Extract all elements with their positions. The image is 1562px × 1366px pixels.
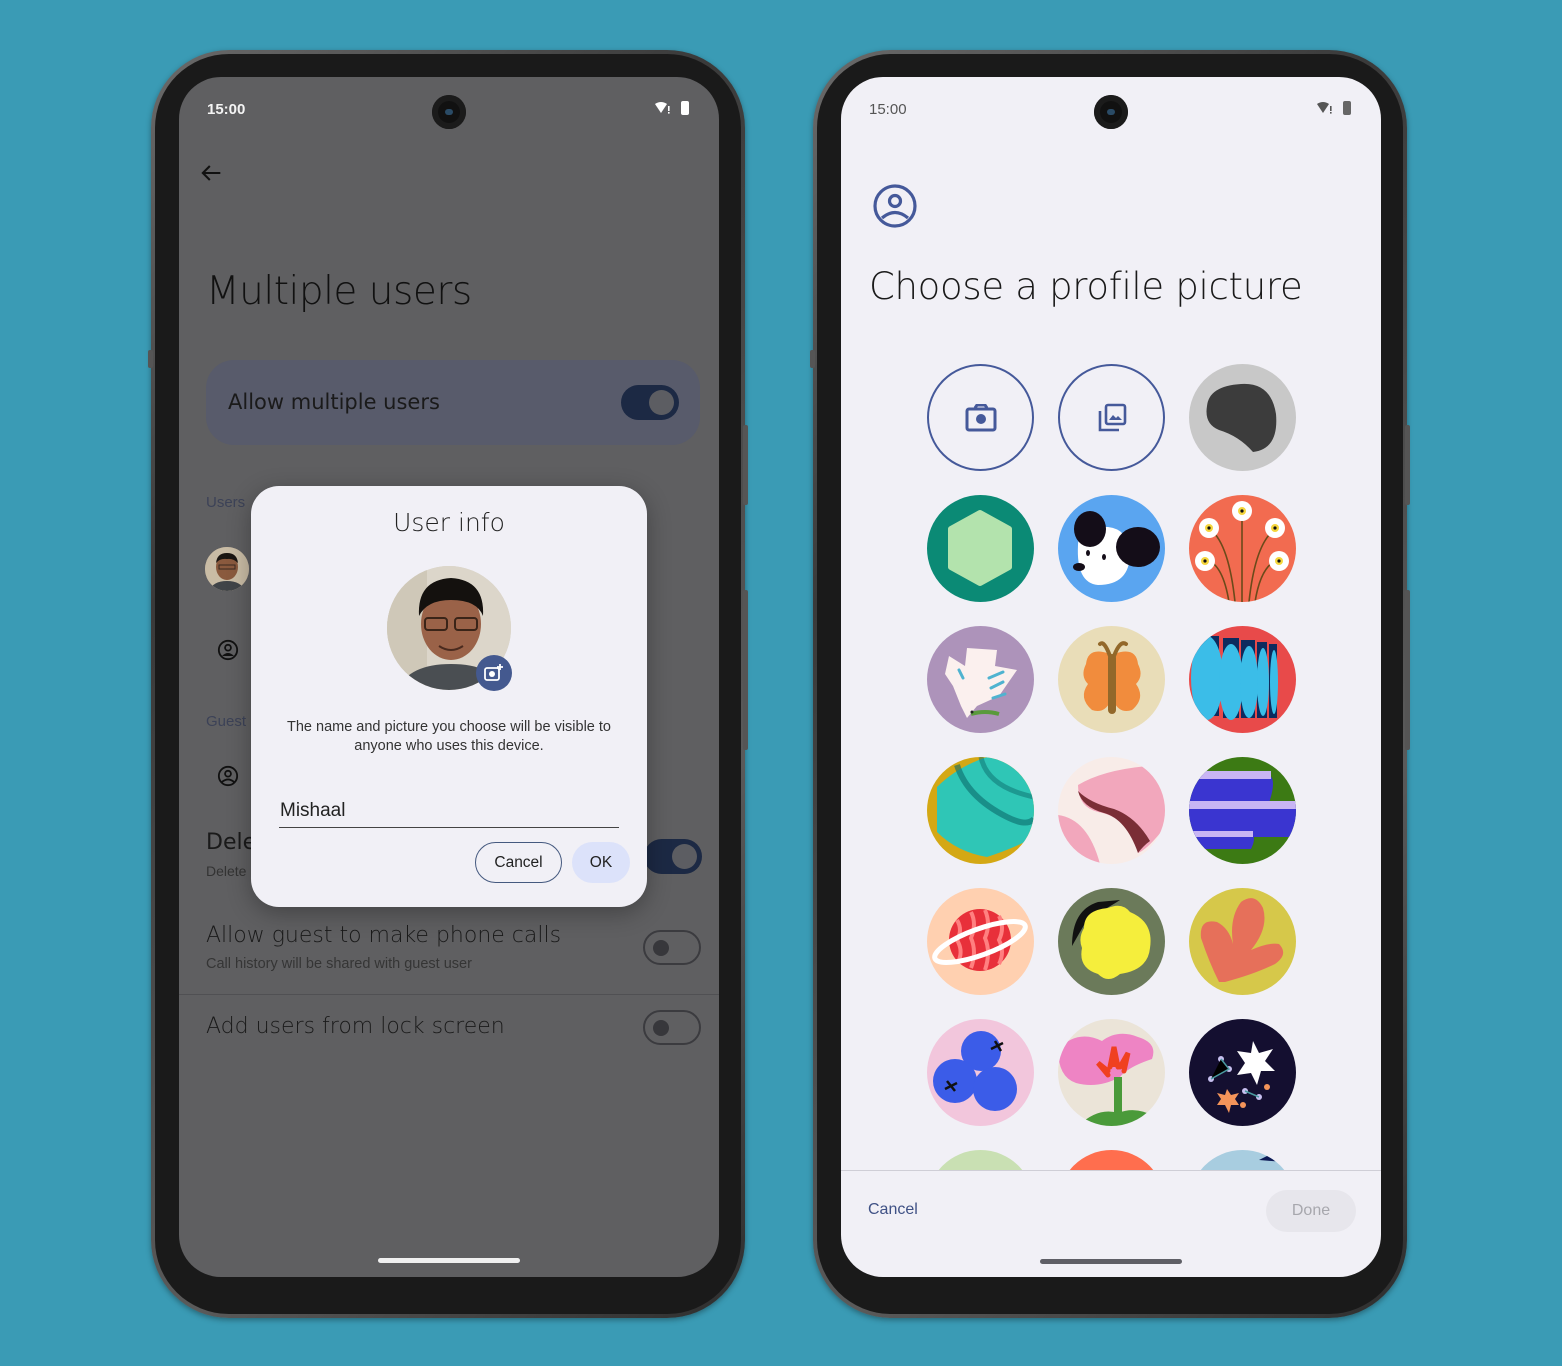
- page-title: Choose a profile picture: [869, 265, 1303, 308]
- back-arrow-icon[interactable]: [197, 159, 225, 187]
- avatar-pink-waves[interactable]: [1058, 757, 1165, 864]
- add-users-lock-screen-toggle[interactable]: [643, 1010, 701, 1045]
- left-phone: 15:00 Multiple users Allow multiple user…: [148, 50, 748, 1318]
- wifi-alert-icon: [655, 102, 670, 114]
- volume-button: [1405, 590, 1410, 750]
- settings-screen: 15:00 Multiple users Allow multiple user…: [179, 77, 719, 1277]
- add-photo-icon: [484, 664, 503, 681]
- side-button: [810, 350, 815, 368]
- avatar-dove[interactable]: [927, 626, 1034, 733]
- delete-guest-activity-toggle[interactable]: [644, 839, 702, 874]
- battery-icon: [681, 101, 689, 115]
- dialog-message: The name and picture you choose will be …: [286, 719, 611, 754]
- users-section-label: Users: [206, 494, 246, 511]
- choose-image-option[interactable]: [1058, 364, 1165, 471]
- allow-multiple-users-switch-card[interactable]: Allow multiple users: [206, 360, 700, 445]
- avatar-flowers[interactable]: [1189, 495, 1296, 602]
- page-title: Multiple users: [206, 269, 472, 314]
- guest-phone-calls-subtitle: Call history will be shared with guest u…: [206, 956, 472, 972]
- front-camera: [1094, 95, 1128, 129]
- avatar-planet[interactable]: [927, 888, 1034, 995]
- add-users-lock-screen-title: Add users from lock screen: [206, 1014, 505, 1039]
- dialog-cancel-button[interactable]: Cancel: [475, 842, 562, 883]
- guest-account-icon: [217, 765, 239, 787]
- front-camera: [432, 95, 466, 129]
- avatar-leaf[interactable]: [1189, 888, 1296, 995]
- power-button: [743, 425, 748, 505]
- profile-picture-screen: 15:00 Choose a profile picture Cancel Do…: [841, 77, 1381, 1277]
- status-time: 15:00: [869, 101, 907, 118]
- guest-phone-calls-toggle[interactable]: [643, 930, 701, 965]
- divider: [179, 994, 719, 995]
- done-button[interactable]: Done: [1266, 1190, 1356, 1232]
- side-button: [148, 350, 153, 368]
- dialog-ok-button[interactable]: OK: [572, 842, 630, 883]
- status-bar: 15:00: [179, 77, 719, 139]
- gesture-navigation-bar[interactable]: [378, 1258, 520, 1263]
- avatar-partial-green[interactable]: [927, 1150, 1034, 1170]
- avatar-pink-flower[interactable]: [1058, 1019, 1165, 1126]
- divider: [841, 1170, 1381, 1171]
- account-circle-icon: [873, 184, 917, 228]
- avatar-blueberries[interactable]: [927, 1019, 1034, 1126]
- wifi-alert-icon: [1317, 102, 1332, 114]
- avatar-hexagon[interactable]: [927, 495, 1034, 602]
- avatar-lemon[interactable]: [1058, 888, 1165, 995]
- name-input[interactable]: [279, 794, 619, 828]
- avatar-stars[interactable]: [1189, 1019, 1296, 1126]
- status-bar: 15:00: [841, 77, 1381, 139]
- camera-icon: [965, 403, 996, 431]
- avatar-pages[interactable]: [1189, 626, 1296, 733]
- avatar-dog[interactable]: [1058, 495, 1165, 602]
- avatar-blob[interactable]: [1189, 364, 1296, 471]
- avatar-partial-blue[interactable]: [1189, 1150, 1296, 1170]
- volume-button: [743, 590, 748, 750]
- right-phone: 15:00 Choose a profile picture Cancel Do…: [810, 50, 1410, 1318]
- allow-multiple-users-label: Allow multiple users: [228, 390, 440, 414]
- photo-library-icon: [1098, 403, 1126, 431]
- user-info-dialog: User info The name and picture you choos…: [251, 486, 647, 907]
- avatar-grid: [927, 364, 1297, 1170]
- avatar-butterfly[interactable]: [1058, 626, 1165, 733]
- user-avatar[interactable]: [205, 547, 249, 591]
- add-user-icon: [217, 639, 239, 661]
- battery-icon: [1343, 101, 1351, 115]
- change-photo-button[interactable]: [476, 655, 512, 691]
- status-time: 15:00: [207, 101, 246, 118]
- guest-section-label: Guest: [206, 713, 247, 730]
- take-photo-option[interactable]: [927, 364, 1034, 471]
- cancel-button[interactable]: Cancel: [868, 1201, 918, 1219]
- avatar-blue-layers[interactable]: [1189, 757, 1296, 864]
- delete-guest-activity-title: Dele: [206, 830, 257, 855]
- guest-phone-calls-title: Allow guest to make phone calls: [206, 923, 562, 948]
- delete-guest-activity-subtitle: Delete: [206, 863, 247, 879]
- allow-multiple-users-toggle[interactable]: [621, 385, 679, 420]
- avatar-teal-waves[interactable]: [927, 757, 1034, 864]
- dialog-title: User info: [393, 508, 505, 537]
- gesture-navigation-bar[interactable]: [1040, 1259, 1182, 1264]
- power-button: [1405, 425, 1410, 505]
- avatar-partial-orange[interactable]: [1058, 1150, 1165, 1170]
